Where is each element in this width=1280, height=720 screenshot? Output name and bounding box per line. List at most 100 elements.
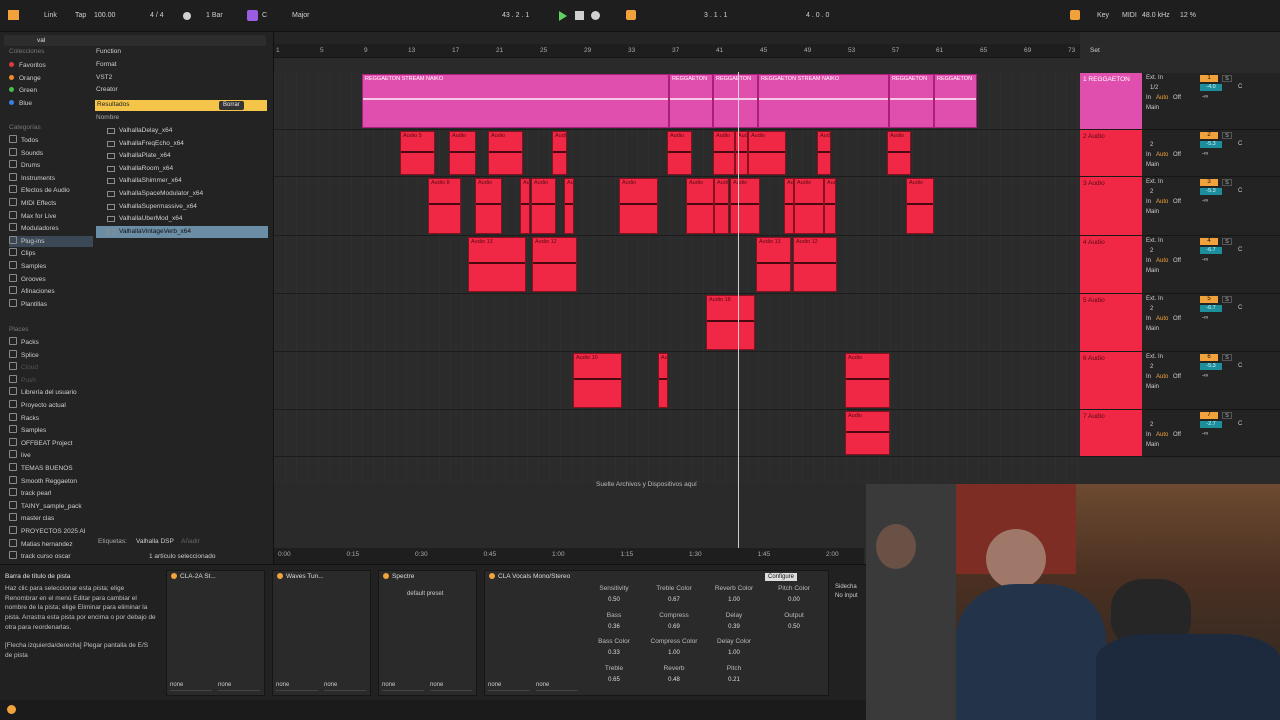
select-a[interactable]: none — [170, 682, 212, 691]
audio-clip[interactable]: Audio — [520, 178, 530, 234]
category-item[interactable]: Clips — [9, 248, 93, 259]
output-routing[interactable]: Main — [1146, 442, 1159, 448]
output-routing[interactable]: Main — [1146, 384, 1159, 390]
select-b[interactable]: none — [536, 682, 578, 691]
draw-mode-icon[interactable] — [1070, 10, 1080, 20]
param-value[interactable]: 0.00 — [765, 597, 823, 603]
plugin-item[interactable]: ValhallaVintageVerb_x64 — [96, 225, 268, 238]
audio-clip[interactable]: Audio — [794, 178, 824, 234]
place-item[interactable]: track curso oscar — [9, 551, 93, 562]
filter-item[interactable]: Creator — [96, 86, 118, 93]
record-icon[interactable] — [591, 11, 600, 20]
track-header[interactable]: 7 Audio — [1080, 410, 1142, 457]
device-waves-tune[interactable]: Waves Tun... none none — [272, 570, 371, 696]
track-name[interactable]: 1 REGGAETON — [1083, 76, 1130, 83]
audio-clip[interactable]: REGGAETON STREAM NAIKO — [758, 74, 889, 128]
output-routing[interactable]: Main — [1146, 209, 1159, 215]
link-button[interactable]: Link — [44, 10, 57, 22]
track-activator[interactable]: 3 — [1200, 179, 1218, 186]
track-lane[interactable] — [274, 294, 1080, 352]
param-value[interactable]: 1.00 — [645, 650, 703, 656]
audio-clip[interactable]: Audio — [713, 131, 735, 175]
place-item[interactable]: Racks — [9, 412, 93, 424]
send-value[interactable]: -∞ — [1202, 315, 1208, 321]
track-lane[interactable] — [274, 236, 1080, 294]
param-value[interactable]: 0.67 — [645, 597, 703, 603]
name-column-header[interactable]: Nombre — [96, 114, 119, 121]
solo-button[interactable]: S — [1222, 75, 1232, 82]
audio-clip[interactable]: REGGAETON — [669, 74, 713, 128]
track-lane[interactable] — [274, 410, 1080, 457]
monitor-off[interactable]: Off — [1173, 152, 1181, 158]
track-lane[interactable] — [274, 177, 1080, 236]
power-icon[interactable] — [383, 573, 389, 579]
power-icon[interactable] — [489, 573, 495, 579]
category-item[interactable]: Grooves — [9, 273, 93, 285]
audio-clip[interactable]: Audio 12 — [532, 237, 577, 292]
audio-clip[interactable]: REGGAETON STREAM NAIKO — [362, 74, 669, 128]
monitor-off[interactable]: Off — [1173, 199, 1181, 205]
send-value[interactable]: -∞ — [1202, 257, 1208, 263]
info-icon[interactable] — [7, 705, 16, 714]
param-value[interactable]: 0.33 — [585, 650, 643, 656]
audio-clip[interactable]: Audio 12 — [793, 237, 837, 292]
monitor-in[interactable]: In — [1146, 152, 1151, 158]
time-ruler[interactable] — [274, 548, 864, 564]
param-value[interactable]: 0.50 — [585, 597, 643, 603]
key-root[interactable]: C — [262, 10, 267, 22]
track-activator[interactable]: 6 — [1200, 354, 1218, 361]
category-item[interactable]: Samples — [9, 261, 93, 272]
crossfade-button[interactable]: C — [1238, 363, 1242, 369]
track-header[interactable]: 6 Audio — [1080, 352, 1142, 410]
drop-zone-text[interactable]: Suelte Archivos y Dispositivos aquí — [596, 481, 697, 488]
time-signature[interactable]: 4 / 4 — [150, 10, 164, 22]
select-b[interactable]: none — [324, 682, 366, 691]
param-value[interactable]: 0.48 — [645, 677, 703, 683]
monitor-auto[interactable]: Auto — [1156, 374, 1168, 380]
place-item[interactable]: Librería del usuario — [9, 387, 93, 398]
plugin-item[interactable]: ValhallaSupermassive_x64 — [96, 201, 268, 213]
input-channel[interactable]: 2 — [1150, 422, 1153, 428]
param-value[interactable]: 0.69 — [645, 624, 703, 630]
solo-button[interactable]: S — [1222, 354, 1232, 361]
collection-item[interactable]: Green — [9, 85, 93, 96]
volume-field[interactable]: -2.7 — [1200, 421, 1222, 428]
add-tag-button[interactable]: Añadir — [181, 538, 200, 545]
solo-button[interactable]: S — [1222, 412, 1232, 419]
metronome-icon[interactable] — [183, 12, 191, 20]
select-b[interactable]: none — [218, 682, 260, 691]
volume-field[interactable]: -6.7 — [1200, 247, 1222, 254]
plugin-item[interactable]: ValhallaShimmer_x64 — [96, 175, 268, 187]
track-activator[interactable]: 7 — [1200, 412, 1218, 419]
category-item[interactable]: MIDI Effects — [9, 198, 93, 209]
crossfade-button[interactable]: C — [1238, 421, 1242, 427]
audio-clip[interactable]: Audio — [845, 411, 890, 455]
configure-button[interactable]: Configure — [765, 573, 798, 581]
audio-clip[interactable]: Audio — [748, 131, 786, 175]
volume-field[interactable]: -6.7 — [1200, 305, 1222, 312]
monitor-auto[interactable]: Auto — [1156, 316, 1168, 322]
input-type[interactable]: Ext. In — [1146, 354, 1163, 360]
key-map-button[interactable]: Key — [1097, 10, 1109, 22]
send-value[interactable]: -∞ — [1202, 373, 1208, 379]
loop-length[interactable]: 4 . 0 . 0 — [806, 10, 829, 22]
track-name[interactable]: 5 Audio — [1083, 297, 1105, 304]
arrangement-record-icon[interactable] — [626, 10, 636, 20]
audio-clip[interactable]: Audio — [488, 131, 523, 175]
audio-clip[interactable]: Audio — [686, 178, 714, 234]
overview-strip[interactable] — [274, 32, 1080, 44]
search-input[interactable]: val — [4, 35, 266, 46]
send-value[interactable]: -∞ — [1202, 94, 1208, 100]
plugin-item[interactable]: ValhallaFreqEcho_x64 — [96, 138, 268, 150]
monitor-off[interactable]: Off — [1173, 95, 1181, 101]
scale-menu[interactable]: Major — [292, 10, 310, 22]
play-icon[interactable] — [559, 11, 567, 21]
volume-field[interactable]: -4.0 — [1200, 84, 1222, 91]
monitor-off[interactable]: Off — [1173, 258, 1181, 264]
input-type[interactable]: Ext. In — [1146, 179, 1163, 185]
place-item[interactable]: Cloud — [9, 362, 93, 373]
input-channel[interactable]: 1/2 — [1150, 85, 1158, 91]
crossfade-button[interactable]: C — [1238, 188, 1242, 194]
place-item[interactable]: Splice — [9, 349, 93, 361]
audio-clip[interactable]: Audio 13 — [468, 237, 526, 292]
